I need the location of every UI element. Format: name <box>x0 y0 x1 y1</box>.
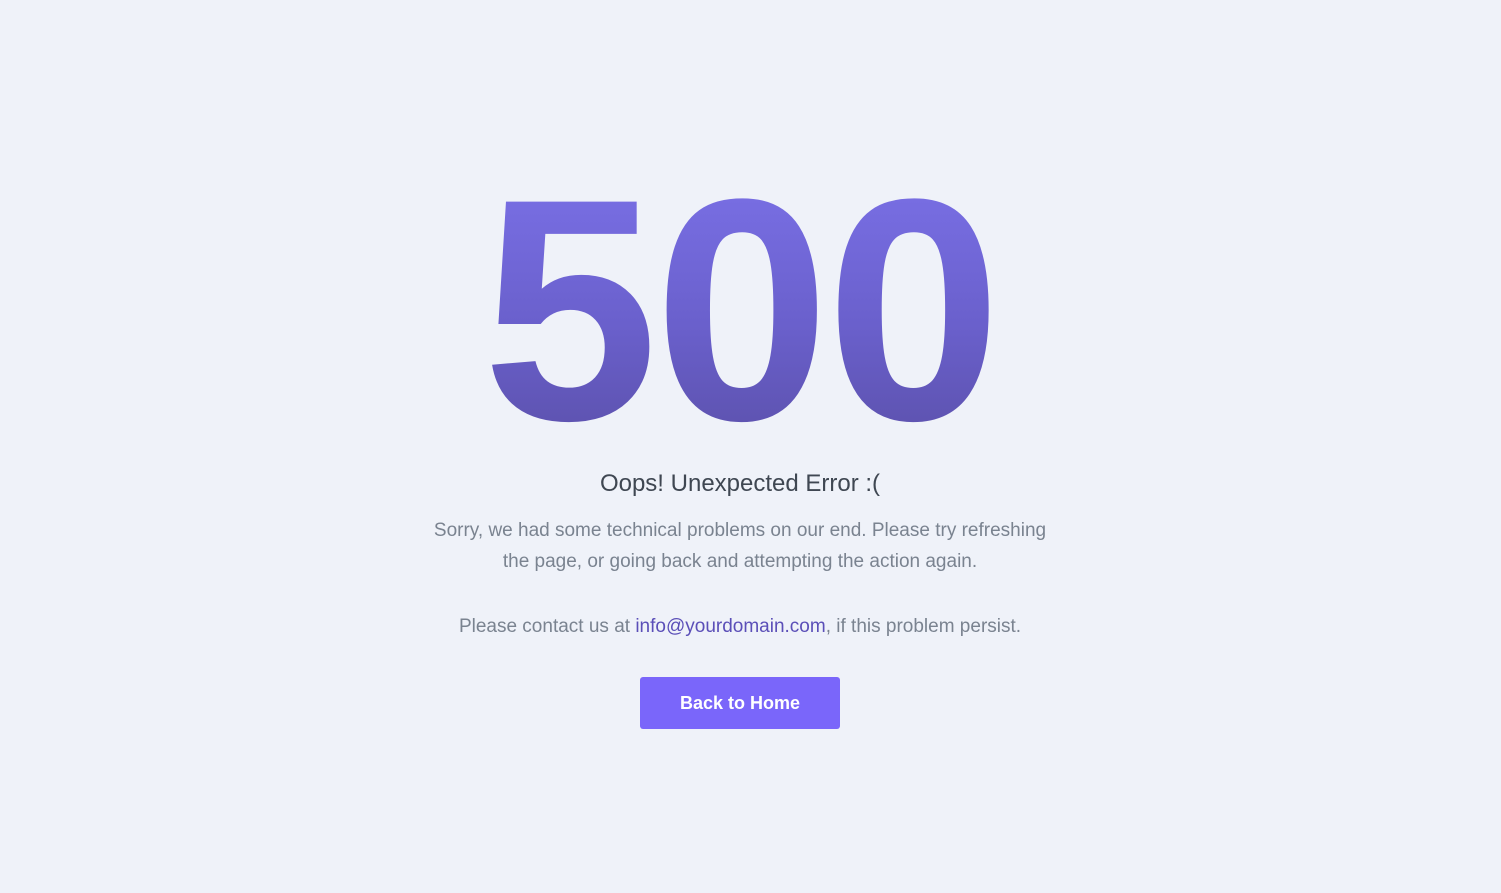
back-to-home-button[interactable]: Back to Home <box>640 677 840 729</box>
contact-suffix: , if this problem persist. <box>825 616 1022 637</box>
error-description: Sorry, we had some technical problems on… <box>433 520 1047 572</box>
contact-prefix: Please contact us at <box>458 616 636 637</box>
error-title: Oops! Unexpected Error :( <box>599 470 881 497</box>
contact-email-link[interactable]: info@yourdomain.com <box>635 616 825 637</box>
error-page: 500 Oops! Unexpected Error :( Sorry, we … <box>0 0 1501 893</box>
contact-line: Please contact us at info@yourdomain.com… <box>0 612 1480 642</box>
error-code: 500 <box>0 152 1480 468</box>
